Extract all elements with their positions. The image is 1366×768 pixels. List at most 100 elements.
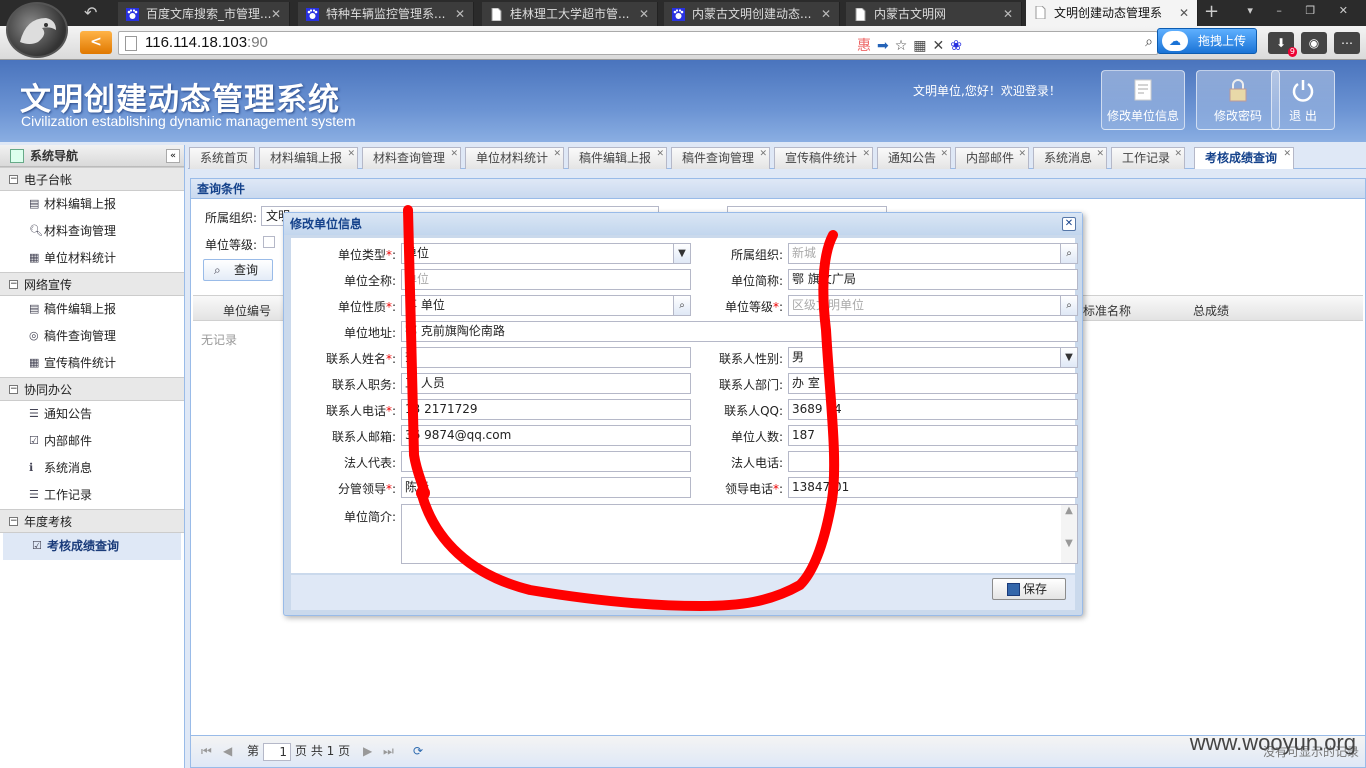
close-icon[interactable]: ✕ [1096, 144, 1104, 165]
tab-mail[interactable]: 内部邮件 ✕ [955, 147, 1029, 169]
close-icon[interactable]: ✕ [1062, 217, 1076, 231]
download-button[interactable]: ⬇ 9 [1268, 32, 1297, 57]
search-icon[interactable]: ⌕ [1060, 296, 1077, 315]
level-checkbox[interactable] [263, 236, 275, 248]
leader-phone-field[interactable]: 13847 01 [788, 477, 1078, 498]
tab-material-query[interactable]: 材料查询管理 ✕ [362, 147, 461, 169]
logout-button[interactable]: 退 出 [1271, 70, 1335, 130]
prev-page-icon[interactable]: ◀ [223, 736, 232, 766]
leader-field[interactable]: 陈春 [401, 477, 691, 498]
page-number-input[interactable]: 1 [263, 743, 291, 761]
tab-article-edit[interactable]: 稿件编辑上报 ✕ [568, 147, 667, 169]
contact-phone-field[interactable]: 13 2171729 [401, 399, 691, 420]
tab-worklog[interactable]: 工作记录 ✕ [1111, 147, 1185, 169]
browser-tab-1[interactable]: 百度文库搜索_市管理... ✕ [118, 2, 290, 26]
close-icon[interactable]: ✕ [821, 2, 831, 26]
tab-material-edit[interactable]: 材料编辑上报 ✕ [259, 147, 358, 169]
close-icon[interactable]: ✕ [271, 2, 281, 26]
unit-type-select[interactable]: 单位 ▼ [401, 243, 691, 264]
browser-tab-4[interactable]: 内蒙古文明创建动态... ✕ [664, 2, 840, 26]
baidu-search-icon[interactable]: ❀ [950, 38, 962, 54]
new-tab-button[interactable]: + [1204, 1, 1219, 22]
close-icon[interactable]: ✕ [759, 144, 767, 165]
tab-article-query[interactable]: 稿件查询管理 ✕ [671, 147, 770, 169]
qr-code-icon[interactable]: ▦ [913, 38, 926, 54]
url-field[interactable]: 116.114.18.103:90 惠 ➡ ☆ ▦ ✕ ❀ ⌕ [118, 31, 1158, 55]
undo-close-tab-icon[interactable]: ↶ [84, 3, 97, 22]
menu-button[interactable]: ⋯ [1334, 32, 1360, 54]
fullname-field[interactable]: 单位 [401, 269, 691, 290]
contact-email-field[interactable]: 36 9874@qq.com [401, 425, 691, 446]
sidebar-item-material-query[interactable]: 🔍︎ 材料查询管理 [0, 218, 184, 245]
game-button[interactable]: ◉ [1301, 32, 1327, 54]
chevron-down-icon[interactable]: ▼ [1060, 348, 1077, 367]
last-page-icon[interactable]: ⏭ [383, 736, 394, 766]
sidebar-group-publicity[interactable]: − 网络宣传 [0, 272, 184, 296]
sidebar-group-ledger[interactable]: − 电子台帐 [0, 167, 184, 191]
browser-tab-2[interactable]: 特种车辆监控管理系... ✕ [298, 2, 474, 26]
save-button[interactable]: 保存 [992, 578, 1066, 600]
sidebar-item-mail[interactable]: ☑ 内部邮件 [0, 428, 184, 455]
search-icon[interactable]: ⌕ [1145, 34, 1153, 50]
stop-icon[interactable]: ✕ [933, 38, 945, 54]
nature-field[interactable]: 事 单位 ⌕ [401, 295, 691, 316]
intro-textarea[interactable]: ▲ ▼ [401, 504, 1078, 564]
browser-tab-5[interactable]: 内蒙古文明网 ✕ [846, 2, 1022, 26]
tab-score-query[interactable]: 考核成绩查询 ✕ [1194, 147, 1294, 169]
search-button[interactable]: ⌕ 查询 [203, 259, 273, 281]
close-icon[interactable]: ✕ [1018, 144, 1026, 165]
org-field[interactable]: 新城 ⌕ [788, 243, 1078, 264]
browser-logo[interactable] [6, 2, 68, 58]
contact-gender-select[interactable]: 男 ▼ [788, 347, 1078, 368]
shortname-field[interactable]: 鄂 旗文广局 [788, 269, 1078, 290]
contact-title-field[interactable]: 工 人员 [401, 373, 691, 394]
chevron-down-icon[interactable]: ▼ [673, 244, 690, 263]
collapse-icon[interactable]: « [166, 149, 180, 163]
tab-messages[interactable]: 系统消息 ✕ [1033, 147, 1107, 169]
shopping-icon[interactable]: 惠 [857, 35, 871, 55]
close-icon[interactable]: ✕ [1283, 144, 1291, 165]
close-icon[interactable]: ✕ [656, 144, 664, 165]
edit-unit-info-button[interactable]: 修改单位信息 [1101, 70, 1185, 130]
address-field[interactable]: 鄂 克前旗陶伦南路 [401, 321, 1078, 342]
scrollbar[interactable]: ▲ ▼ [1061, 505, 1077, 563]
legal-rep-field[interactable] [401, 451, 691, 472]
col-standard-name[interactable]: 标准名称 [1083, 302, 1131, 319]
tab-material-stats[interactable]: 单位材料统计 ✕ [465, 147, 564, 169]
tab-home[interactable]: 系统首页 [189, 147, 255, 169]
close-icon[interactable]: ✕ [1174, 144, 1182, 165]
legal-phone-field[interactable] [788, 451, 1078, 472]
forward-arrow-icon[interactable]: ➡ [877, 38, 889, 54]
close-icon[interactable]: ✕ [455, 2, 465, 26]
contact-dept-field[interactable]: 办 室 [788, 373, 1078, 394]
sidebar-item-worklog[interactable]: ☰ 工作记录 [0, 482, 184, 509]
close-icon[interactable]: ✕ [862, 144, 870, 165]
close-icon[interactable]: ✕ [940, 144, 948, 165]
contact-name-field[interactable]: 查 [401, 347, 691, 368]
next-page-icon[interactable]: ▶ [363, 736, 372, 766]
close-icon[interactable]: ✕ [553, 144, 561, 165]
sidebar-item-article-stats[interactable]: ▦ 宣传稿件统计 [0, 350, 184, 377]
tab-article-stats[interactable]: 宣传稿件统计 ✕ [774, 147, 873, 169]
window-controls[interactable]: ▾ – ❐ ✕ [1247, 4, 1358, 17]
sidebar-item-score-query[interactable]: ☑ 考核成绩查询 [3, 533, 181, 560]
change-password-button[interactable]: 修改密码 [1196, 70, 1280, 130]
sidebar-item-material-edit[interactable]: ▤ 材料编辑上报 [0, 191, 184, 218]
browser-tab-3[interactable]: 桂林理工大学超市管... ✕ [482, 2, 658, 26]
back-button[interactable]: < [80, 31, 112, 54]
col-total-score[interactable]: 总成绩 [1193, 302, 1229, 319]
close-icon[interactable]: ✕ [639, 2, 649, 26]
close-icon[interactable]: ✕ [450, 144, 458, 165]
sidebar-item-article-edit[interactable]: ▤ 稿件编辑上报 [0, 296, 184, 323]
close-icon[interactable]: ✕ [347, 144, 355, 165]
search-icon[interactable]: ⌕ [673, 296, 690, 315]
star-icon[interactable]: ☆ [895, 38, 908, 54]
sidebar-item-notices[interactable]: ☰ 通知公告 [0, 401, 184, 428]
sidebar-item-material-stats[interactable]: ▦ 单位材料统计 [0, 245, 184, 272]
headcount-field[interactable]: 187 [788, 425, 1078, 446]
close-icon[interactable]: ✕ [1003, 2, 1013, 26]
first-page-icon[interactable]: ⏮ [201, 736, 212, 766]
col-unit-id[interactable]: 单位编号 [223, 302, 271, 319]
refresh-icon[interactable]: ⟳ [413, 736, 423, 766]
tab-notices[interactable]: 通知公告 ✕ [877, 147, 951, 169]
